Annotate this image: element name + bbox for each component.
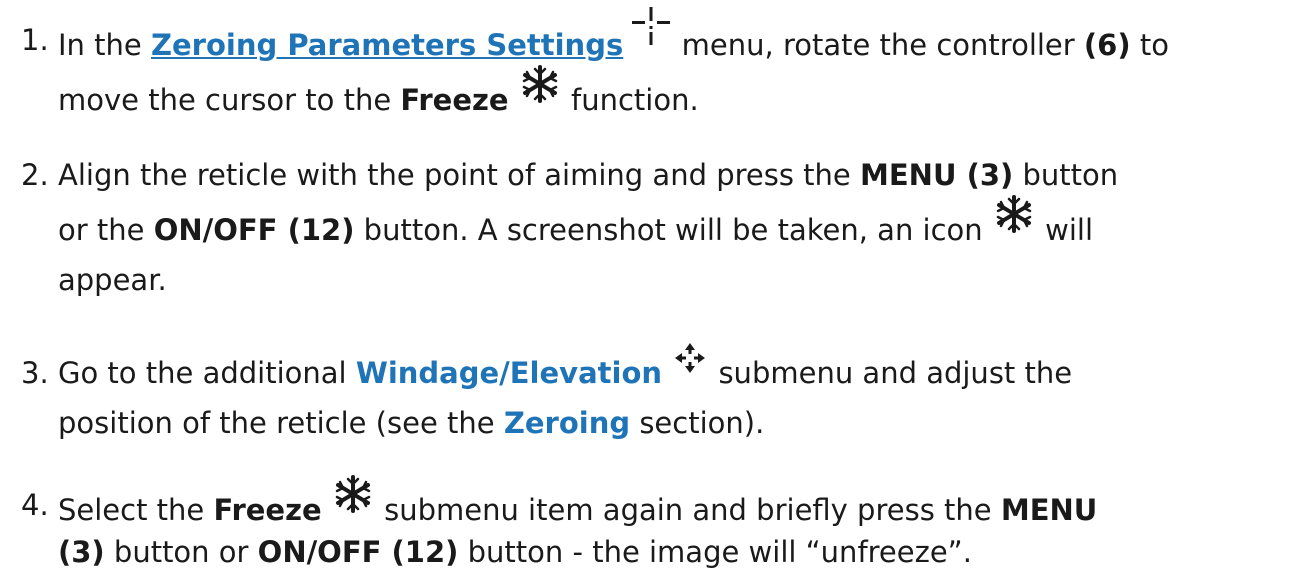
step-line: Go to the additional Windage/Elevation s… (58, 343, 1298, 398)
text: to (1139, 28, 1169, 62)
text: submenu and adjust the (718, 356, 1073, 390)
move-arrows-icon (673, 341, 707, 375)
text: button - the image will “unfreeze”. (467, 535, 972, 569)
text: In the (58, 28, 142, 62)
step-line: (3) button or ON/OFF (12) button - the i… (58, 527, 1298, 577)
step-number: 3. (21, 356, 49, 390)
text: section). (639, 406, 765, 440)
step-line: Align the reticle with the point of aimi… (58, 150, 1298, 200)
onoff-button-ref: ON/OFF (12) (257, 535, 459, 569)
instruction-document: 1. In the Zeroing Parameters Settings me… (0, 0, 1305, 583)
menu-button-ref: (3) (58, 535, 105, 569)
text: or the (58, 213, 145, 247)
onoff-button-ref: ON/OFF (12) (153, 213, 355, 247)
text: Select the (58, 493, 205, 527)
step-line: move the cursor to the Freeze function. (58, 65, 1298, 125)
step-number: 4. (21, 488, 49, 522)
menu-button-ref: MENU (1000, 493, 1098, 527)
text: function. (571, 83, 699, 117)
windage-elevation-link[interactable]: Windage/Elevation (356, 356, 662, 390)
text: button (1022, 158, 1119, 192)
snowflake-icon (333, 474, 373, 514)
text: appear. (58, 263, 167, 297)
step-line: appear. (58, 255, 1298, 305)
text: Align the reticle with the point of aimi… (58, 158, 851, 192)
freeze-label: Freeze (213, 493, 322, 527)
text: Go to the additional (58, 356, 347, 390)
step-line: In the Zeroing Parameters Settings menu,… (58, 7, 1298, 70)
step-text: In the Zeroing Parameters Settings menu,… (58, 7, 1298, 125)
text: move the cursor to the (58, 83, 392, 117)
text: button. A screenshot will be taken, an i… (363, 213, 983, 247)
step-line: position of the reticle (see the Zeroing… (58, 398, 1298, 448)
text: button or (113, 535, 249, 569)
zeroing-parameters-settings-link[interactable]: Zeroing Parameters Settings (151, 28, 623, 62)
step-text: Align the reticle with the point of aimi… (58, 150, 1298, 305)
step-line: or the ON/OFF (12) button. A screenshot … (58, 195, 1298, 255)
text: position of the reticle (see the (58, 406, 495, 440)
zeroing-section-link[interactable]: Zeroing (504, 406, 630, 440)
freeze-label: Freeze (400, 83, 509, 117)
step-text: Select the Freeze submenu item again and… (58, 475, 1298, 577)
text: will (1045, 213, 1093, 247)
zeroing-crosshair-icon (632, 7, 671, 47)
snowflake-icon (994, 194, 1034, 234)
text: submenu item again and briefly press the (384, 493, 992, 527)
snowflake-icon (520, 64, 560, 104)
step-number: 1. (21, 23, 49, 57)
step-text: Go to the additional Windage/Elevation s… (58, 343, 1298, 448)
menu-button-ref: MENU (3) (860, 158, 1014, 192)
controller-ref: (6) (1083, 28, 1131, 62)
text: menu, rotate the controller (681, 28, 1075, 62)
step-number: 2. (21, 158, 49, 192)
